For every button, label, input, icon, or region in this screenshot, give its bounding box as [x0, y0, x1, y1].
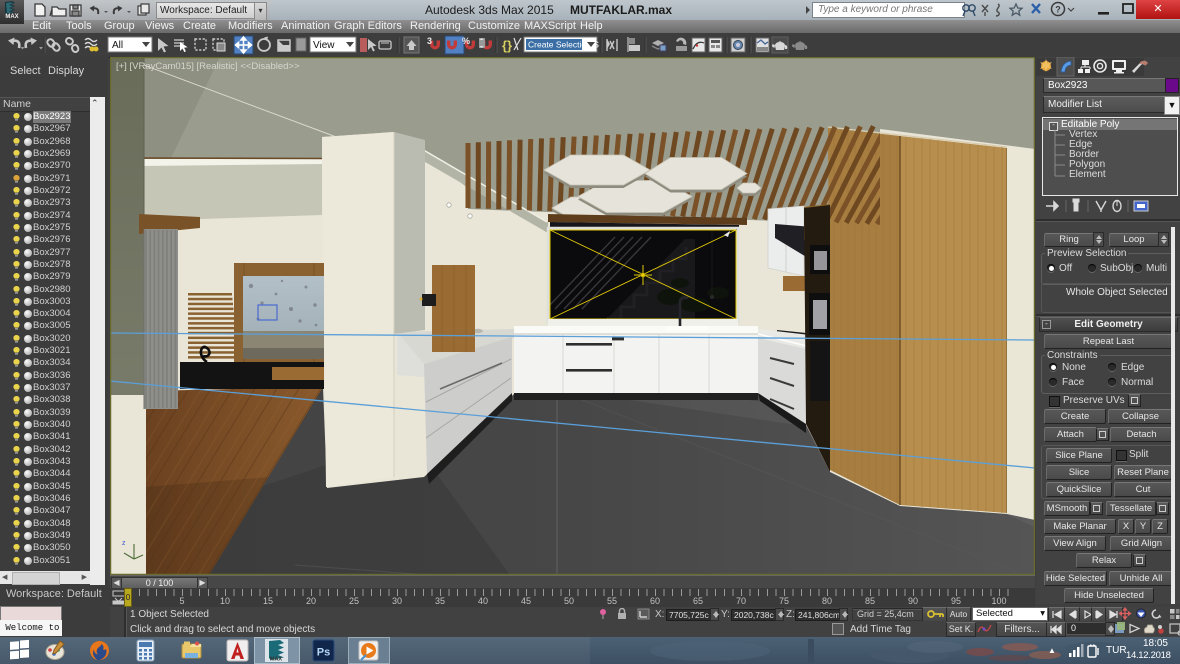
svg-text:3: 3: [427, 36, 432, 46]
svg-text:?: ?: [1055, 5, 1061, 15]
svg-text:All: All: [112, 40, 123, 51]
svg-text:MAX: MAX: [270, 657, 283, 663]
svg-text:View: View: [313, 40, 335, 51]
svg-text:z: z: [122, 540, 126, 547]
svg-text:%: %: [462, 36, 470, 46]
svg-text:[+] [VRayCam015] [Realistic]: [+] [VRayCam015] [Realistic] <<Disabled>…: [116, 61, 300, 72]
svg-text:Create Selection S: Create Selection S: [528, 40, 599, 50]
svg-text:{}: {}: [502, 38, 512, 53]
svg-text:Ps: Ps: [317, 647, 330, 659]
